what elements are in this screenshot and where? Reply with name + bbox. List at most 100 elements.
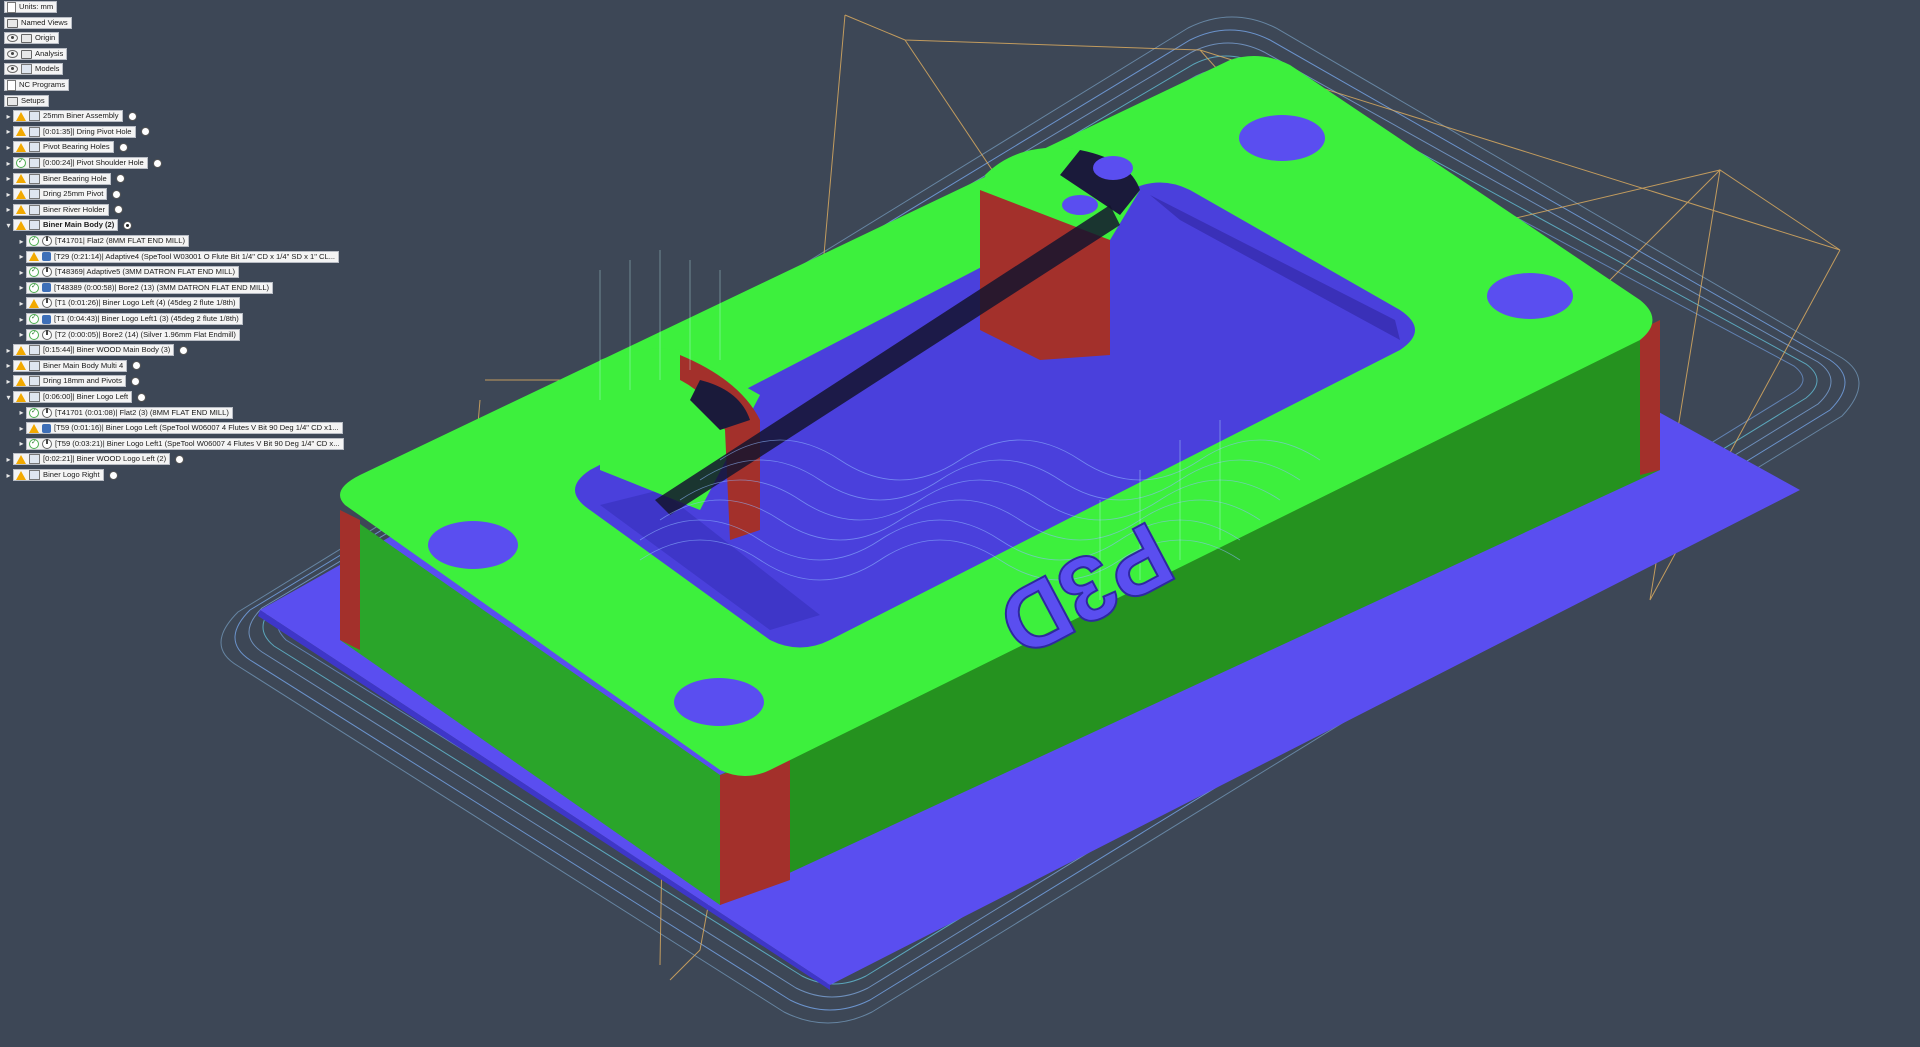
activate-radio-icon[interactable] — [115, 174, 125, 184]
tree-node-label-box[interactable]: Pivot Bearing Holes — [13, 141, 114, 154]
tree-node-label-box[interactable]: [T41701| Flat2 (8MM FLAT END MILL) — [26, 235, 189, 247]
expand-arrow-icon[interactable]: ▸ — [17, 422, 26, 434]
activate-radio-icon[interactable] — [123, 220, 133, 230]
expand-arrow-icon[interactable]: ▸ — [4, 126, 13, 138]
expand-arrow-icon[interactable]: ▸ — [17, 251, 26, 263]
tree-node-label-box[interactable]: [T48389 (0:00:58)| Bore2 (13) (3MM DATRO… — [26, 281, 274, 294]
operation-item[interactable]: ▸ [T48369| Adaptive5 (3MM DATRON FLAT END… — [17, 266, 240, 279]
tree-node-label-box[interactable]: [T59 (0:03:21)| Biner Logo Left1 (SpeToo… — [26, 437, 344, 450]
tree-node-label-box[interactable]: [T41701 (0:01:08)| Flat2 (3) (8MM FLAT E… — [26, 406, 233, 419]
expand-arrow-icon[interactable]: ▸ — [4, 360, 13, 372]
operation-item[interactable]: ▸ [T29 (0:21:14)| Adaptive4 (SpeTool W030… — [17, 250, 340, 263]
tree-node-label-box[interactable]: Models — [4, 63, 64, 76]
operation-item[interactable]: ▸ [T1 (0:04:43)| Biner Logo Left1 (3) (45… — [17, 313, 243, 325]
tree-node-label-box[interactable]: Biner Logo Right — [13, 469, 104, 481]
expand-arrow-icon[interactable]: ▸ — [4, 375, 13, 387]
setup-item[interactable]: ▸ [0:15:44]| Biner WOOD Main Body (3) — [4, 344, 189, 357]
tree-node-label-box[interactable]: Named Views — [4, 16, 72, 29]
tree-node-label-box[interactable]: Biner River Holder — [13, 203, 110, 216]
expand-arrow-icon[interactable]: ▸ — [4, 110, 13, 122]
expand-arrow-icon[interactable]: ▸ — [17, 282, 26, 294]
activate-radio-icon[interactable] — [140, 127, 150, 137]
activate-radio-icon[interactable] — [130, 376, 140, 386]
tree-node-label-box[interactable]: [T1 (0:01:26)| Biner Logo Left (4) (45de… — [26, 297, 240, 310]
activate-radio-icon[interactable] — [137, 392, 147, 402]
tree-node-label-box[interactable]: 25mm Biner Assembly — [13, 110, 123, 123]
setup-item[interactable]: ▸ [0:00:24]| Pivot Shoulder Hole — [4, 157, 162, 169]
operation-item[interactable]: ▸ [T48389 (0:00:58)| Bore2 (13) (3MM DATR… — [17, 281, 274, 294]
expand-arrow-icon[interactable]: ▸ — [4, 453, 13, 465]
tree-node-label-box[interactable]: Units: mm — [4, 1, 58, 13]
expand-arrow-icon[interactable]: ▸ — [17, 438, 26, 450]
activate-radio-icon[interactable] — [132, 361, 142, 371]
tree-node-label-box[interactable]: [T29 (0:21:14)| Adaptive4 (SpeTool W0300… — [26, 250, 340, 263]
operation-item[interactable]: ▸ [T59 (0:01:16)| Biner Logo Left (SpeToo… — [17, 422, 343, 435]
tree-node-label-box[interactable]: Biner Bearing Hole — [13, 172, 111, 185]
tree-node-label-box[interactable]: [T48369| Adaptive5 (3MM DATRON FLAT END … — [26, 266, 240, 279]
activate-radio-icon[interactable] — [127, 111, 137, 121]
activate-radio-icon[interactable] — [152, 158, 162, 168]
expand-arrow-icon[interactable]: ▸ — [4, 188, 13, 200]
setup-item[interactable]: ▸ Biner Bearing Hole — [4, 172, 125, 185]
setup-item[interactable]: ▸ Dring 18mm and Pivots — [4, 375, 140, 388]
browser-node-4[interactable]: Models — [4, 63, 64, 76]
browser-node-3[interactable]: Analysis — [4, 47, 68, 60]
activate-radio-icon[interactable] — [179, 345, 189, 355]
expand-arrow-icon[interactable]: ▸ — [4, 173, 13, 185]
tree-node-label-box[interactable]: Biner Main Body Multi 4 — [13, 359, 128, 372]
activate-radio-icon[interactable] — [118, 142, 128, 152]
browser-node-2[interactable]: Origin — [4, 32, 60, 45]
expand-arrow-icon[interactable]: ▸ — [4, 344, 13, 356]
tree-node-label-box[interactable]: Dring 25mm Pivot — [13, 188, 108, 201]
tree-node-label-box[interactable]: [0:15:44]| Biner WOOD Main Body (3) — [13, 344, 175, 357]
tree-node-label-box[interactable]: [0:01:35]| Dring Pivot Hole — [13, 125, 136, 138]
expand-arrow-icon[interactable]: ▸ — [17, 235, 26, 247]
expand-arrow-icon[interactable]: ▸ — [17, 266, 26, 278]
activate-radio-icon[interactable] — [112, 189, 122, 199]
setup-item[interactable]: ▸ Pivot Bearing Holes — [4, 141, 128, 154]
expand-arrow-icon[interactable]: ▸ — [4, 469, 13, 481]
setup-item[interactable]: ▸ Biner Logo Right — [4, 469, 118, 481]
setup-item[interactable]: ▸ Dring 25mm Pivot — [4, 188, 122, 201]
tree-node-label-box[interactable]: [T1 (0:04:43)| Biner Logo Left1 (3) (45d… — [26, 313, 243, 325]
expand-arrow-icon[interactable]: ▸ — [4, 141, 13, 153]
browser-node-6[interactable]: Setups — [4, 94, 49, 107]
operation-item[interactable]: ▸ [T1 (0:01:26)| Biner Logo Left (4) (45d… — [17, 297, 240, 310]
expand-arrow-icon[interactable]: ▸ — [17, 313, 26, 325]
expand-arrow-icon[interactable]: ▸ — [4, 204, 13, 216]
expand-arrow-icon[interactable]: ▸ — [17, 407, 26, 419]
collapse-arrow-icon[interactable]: ▾ — [4, 219, 13, 231]
expand-arrow-icon[interactable]: ▸ — [17, 329, 26, 341]
tree-node-label-box[interactable]: [0:02:21]| Biner WOOD Logo Left (2) — [13, 453, 171, 466]
setup-item[interactable]: ▸ 25mm Biner Assembly — [4, 110, 137, 123]
expand-arrow-icon[interactable]: ▸ — [4, 157, 13, 169]
operation-item[interactable]: ▸ [T41701| Flat2 (8MM FLAT END MILL) — [17, 235, 189, 247]
activate-radio-icon[interactable] — [114, 205, 124, 215]
operation-item[interactable]: ▸ [T41701 (0:01:08)| Flat2 (3) (8MM FLAT … — [17, 406, 233, 419]
tree-node-label-box[interactable]: [0:00:24]| Pivot Shoulder Hole — [13, 157, 148, 169]
tree-node-label-box[interactable]: [T59 (0:01:16)| Biner Logo Left (SpeTool… — [26, 422, 343, 435]
setup-item[interactable]: ▸ Biner Main Body Multi 4 — [4, 359, 142, 372]
tree-node-label-box[interactable]: Origin — [4, 32, 60, 45]
tree-node-label-box[interactable]: Setups — [4, 94, 49, 107]
activate-radio-icon[interactable] — [175, 454, 185, 464]
operation-item[interactable]: ▸ [T59 (0:03:21)| Biner Logo Left1 (SpeTo… — [17, 437, 344, 450]
collapse-arrow-icon[interactable]: ▾ — [4, 391, 13, 403]
activate-radio-icon[interactable] — [108, 470, 118, 480]
setup-item[interactable]: ▸ [0:01:35]| Dring Pivot Hole — [4, 125, 150, 138]
tree-node-label-box[interactable]: [0:06:00]| Biner Logo Left — [13, 391, 133, 403]
tree-node-label-box[interactable]: NC Programs — [4, 79, 69, 91]
setup-item[interactable]: ▸ Biner River Holder — [4, 203, 124, 216]
tree-node-label-box[interactable]: Biner Main Body (2) — [13, 219, 119, 232]
browser-node-1[interactable]: Named Views — [4, 16, 72, 29]
operation-item[interactable]: ▸ [T2 (0:00:05)| Bore2 (14) (Silver 1.96m… — [17, 328, 240, 341]
tree-node-label-box[interactable]: Dring 18mm and Pivots — [13, 375, 126, 388]
setup-item[interactable]: ▸ [0:02:21]| Biner WOOD Logo Left (2) — [4, 453, 185, 466]
tree-node-label-box[interactable]: [T2 (0:00:05)| Bore2 (14) (Silver 1.96mm… — [26, 328, 240, 341]
setup-item[interactable]: ▾ [0:06:00]| Biner Logo Left — [4, 391, 147, 403]
setup-item[interactable]: ▾ Biner Main Body (2) — [4, 219, 133, 232]
tree-node-label-box[interactable]: Analysis — [4, 47, 68, 60]
browser-node-0[interactable]: Units: mm — [4, 1, 58, 13]
expand-arrow-icon[interactable]: ▸ — [17, 297, 26, 309]
browser-node-5[interactable]: NC Programs — [4, 79, 69, 91]
